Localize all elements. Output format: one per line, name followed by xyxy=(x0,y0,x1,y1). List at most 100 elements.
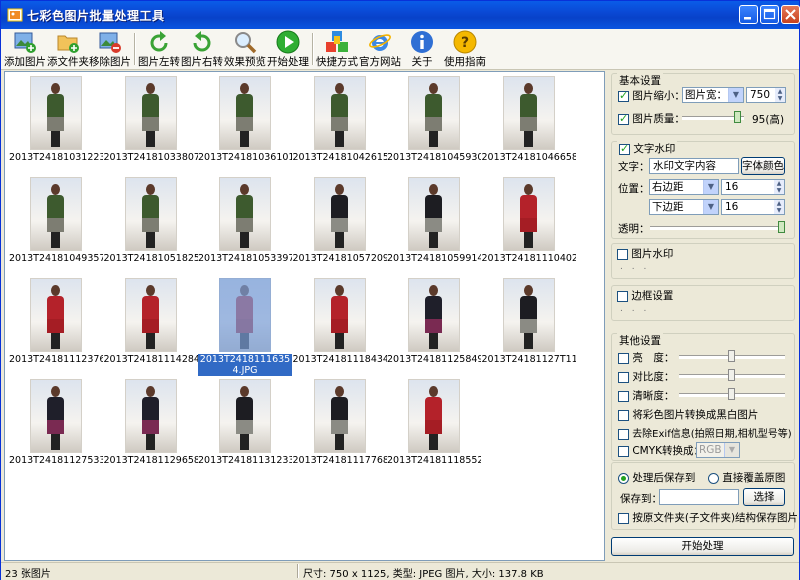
keep-structure-checkbox[interactable] xyxy=(618,512,629,524)
gallery-item[interactable]: 2013T24181118552.JPG xyxy=(387,379,481,475)
gallery-item[interactable]: 2013T24181127533... xyxy=(9,379,103,475)
chevron-down-icon: ▼ xyxy=(724,443,739,457)
exif-checkbox[interactable] xyxy=(618,428,629,440)
gallery-item[interactable]: 2013T24181033807... xyxy=(104,76,198,172)
cmyk-target-select[interactable]: RGB ▼ xyxy=(696,442,740,458)
gallery-item[interactable]: 2013T24181051825... xyxy=(104,177,198,273)
gallery-item[interactable]: 2013T24181117768.JPG xyxy=(293,379,387,475)
brightness-label: 亮 度： xyxy=(632,352,675,364)
gallery-item[interactable]: 2013T24181031223... xyxy=(9,76,103,172)
gallery-item[interactable]: 2013T24181045930... xyxy=(387,76,481,172)
horizontal-offset-value: 16 xyxy=(725,181,739,193)
about-button[interactable]: 关于 xyxy=(402,30,442,68)
gallery-item[interactable]: 2013T24181118434... xyxy=(293,278,387,374)
slider-thumb[interactable] xyxy=(728,388,735,400)
resize-value-spinner[interactable]: 750 ▲ ▼ xyxy=(746,87,786,103)
quality-checkbox[interactable] xyxy=(618,112,629,125)
grayscale-checkbox[interactable] xyxy=(618,409,629,421)
font-color-button[interactable]: 字体颜色 xyxy=(741,157,785,175)
start-process-button[interactable]: 开始处理 xyxy=(267,30,309,68)
vertical-offset-spinner[interactable]: 16 ▲ ▼ xyxy=(721,199,785,215)
gallery-item[interactable]: 2013T24181053397... xyxy=(198,177,292,273)
contrast-slider[interactable] xyxy=(679,369,785,381)
image-watermark-checkbox[interactable] xyxy=(617,248,628,260)
gallery-item[interactable]: 2013T24181036101... xyxy=(198,76,292,172)
remove-image-button[interactable]: 移除图片 xyxy=(89,30,131,68)
overwrite-radio[interactable] xyxy=(708,472,720,484)
chevron-down-icon: ▼ xyxy=(703,200,718,214)
sharpness-label: 清晰度： xyxy=(632,390,675,402)
slider-thumb[interactable] xyxy=(734,111,741,123)
gallery-item[interactable]: 2013T24181129658... xyxy=(104,379,198,475)
horizontal-offset-spinner[interactable]: 16 ▲ ▼ xyxy=(721,179,785,195)
image-thumbnail xyxy=(30,278,82,352)
save-to-option-label: 处理后保存到 xyxy=(632,472,696,484)
minimize-button[interactable] xyxy=(739,5,758,24)
brightness-checkbox[interactable] xyxy=(618,352,629,364)
image-gallery[interactable]: 2013T24181031223...2013T24181033807...20… xyxy=(4,71,605,561)
image-watermark-title: 图片水印 xyxy=(631,248,674,260)
add-folder-label: 添文件夹 xyxy=(47,56,89,68)
horizontal-align-select[interactable]: 右边距 ▼ xyxy=(649,179,719,195)
save-path-input[interactable] xyxy=(659,489,739,505)
brightness-slider[interactable] xyxy=(679,350,785,362)
start-process-main-button[interactable]: 开始处理 xyxy=(611,537,794,556)
preview-button[interactable]: 效果预览 xyxy=(224,30,266,68)
maximize-button[interactable] xyxy=(760,5,779,24)
gallery-item[interactable]: 2013T24181116354.JPG xyxy=(198,278,292,376)
guide-button[interactable]: ? 使用指南 xyxy=(443,30,487,68)
gallery-item[interactable]: 2013T24181042615... xyxy=(293,76,387,172)
image-count: 23 张图片 xyxy=(5,569,51,580)
image-thumbnail xyxy=(124,278,177,352)
gallery-item[interactable]: 2013T24181110402... xyxy=(482,177,576,273)
gallery-item[interactable]: 2013T24181057209... xyxy=(293,177,387,273)
title-bar[interactable]: 七彩色图片批量处理工具 xyxy=(1,1,800,29)
slider-thumb[interactable] xyxy=(728,369,735,381)
quality-row: 图片质量： xyxy=(618,111,685,126)
file-name: 2013T24181045930... xyxy=(387,152,481,163)
browse-button[interactable]: 选择 xyxy=(743,488,785,506)
close-button[interactable] xyxy=(781,5,800,24)
save-to-radio[interactable] xyxy=(618,472,629,484)
quality-slider[interactable] xyxy=(682,111,744,123)
grayscale-label: 将彩色图片转换成黑白图片 xyxy=(632,409,759,421)
gallery-item[interactable]: 2013T24181131233... xyxy=(198,379,292,475)
sharpness-slider[interactable] xyxy=(679,388,785,400)
add-folder-button[interactable]: 添文件夹 xyxy=(47,30,89,68)
gallery-item[interactable]: 2013T24181114284... xyxy=(104,278,198,374)
rotate-right-button[interactable]: 图片右转 xyxy=(181,30,223,68)
gallery-item[interactable]: 2013T24181046658... xyxy=(482,76,576,172)
watermark-text-input[interactable]: 水印文字内容 xyxy=(649,158,739,174)
gallery-item[interactable]: 2013T24181125849... xyxy=(387,278,481,374)
file-name: 2013T24181110402... xyxy=(481,253,576,264)
save-to-label: 保存到： xyxy=(620,493,662,505)
gallery-item[interactable]: 2013T24181049357... xyxy=(9,177,103,273)
cmyk-checkbox[interactable] xyxy=(618,445,629,457)
slider-track xyxy=(650,226,785,230)
slider-thumb[interactable] xyxy=(778,221,785,233)
gallery-item[interactable]: 2013T24181127T11.JPG xyxy=(482,278,576,374)
gallery-item[interactable]: 2013T24181059914... xyxy=(387,177,481,273)
save-option-row: 处理后保存到 直接覆盖原图 xyxy=(618,470,785,485)
vertical-offset-value: 16 xyxy=(725,201,739,213)
contrast-checkbox[interactable] xyxy=(618,371,629,383)
resize-row: 图片缩小： xyxy=(618,88,685,103)
resize-mode-select[interactable]: 图片宽： ▼ xyxy=(682,87,744,103)
file-name: 2013T24181033807... xyxy=(103,152,198,163)
image-thumbnail xyxy=(30,177,82,251)
vertical-align-select[interactable]: 下边距 ▼ xyxy=(649,199,719,215)
border-title: 边框设置 xyxy=(631,290,674,302)
resize-checkbox[interactable] xyxy=(618,89,629,102)
website-button[interactable]: 官方网站 xyxy=(359,30,401,68)
border-checkbox[interactable] xyxy=(617,290,628,302)
gallery-item[interactable]: 2013T24181112376... xyxy=(9,278,103,374)
text-watermark-checkbox[interactable] xyxy=(619,142,630,155)
sharpness-checkbox[interactable] xyxy=(618,390,629,402)
shortcut-button[interactable]: 快捷方式 xyxy=(316,30,358,68)
rotate-left-button[interactable]: 图片左转 xyxy=(138,30,180,68)
slider-thumb[interactable] xyxy=(728,350,735,362)
file-name: 2013T24181112376... xyxy=(9,354,103,365)
add-image-button[interactable]: 添加图片 xyxy=(3,30,47,68)
opacity-slider[interactable] xyxy=(650,221,785,233)
contrast-label: 对比度： xyxy=(632,371,675,383)
